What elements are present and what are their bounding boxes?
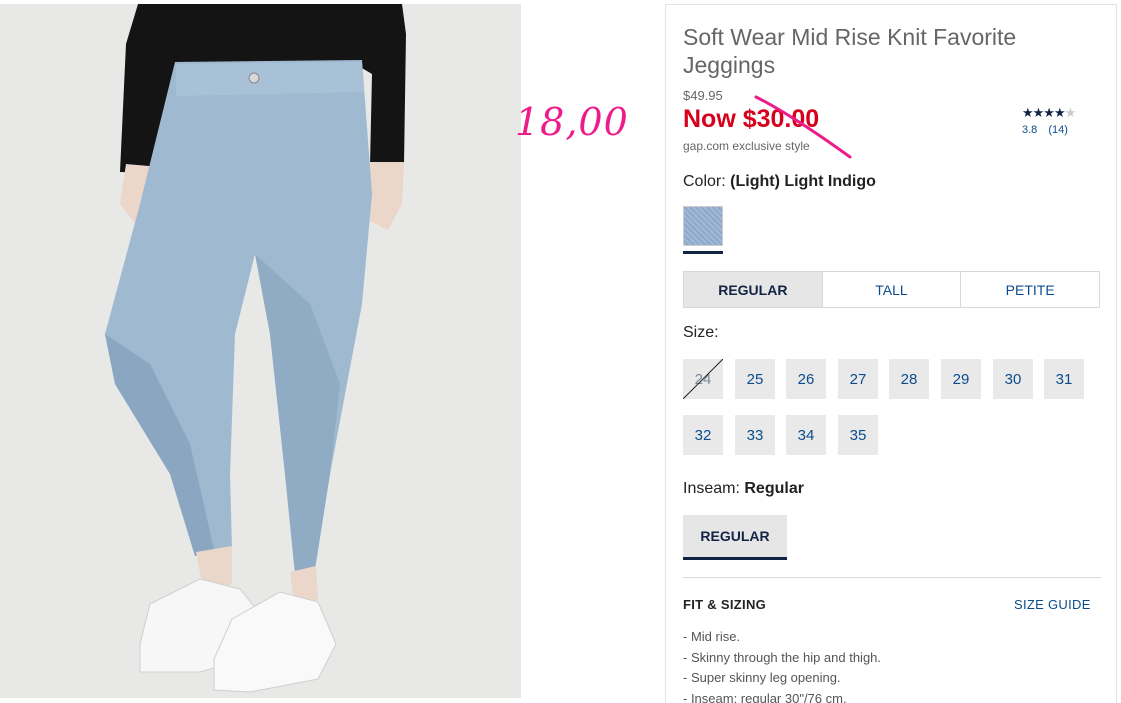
- product-details-panel: Soft Wear Mid Rise Knit Favorite Jegging…: [665, 4, 1117, 703]
- unavailable-slash-icon: [683, 359, 723, 399]
- fit-tabs: REGULAR TALL PETITE: [683, 271, 1100, 308]
- size-button-25[interactable]: 25: [735, 359, 775, 399]
- inseam-label: Inseam: Regular: [683, 480, 804, 498]
- rating-count[interactable]: (14): [1048, 124, 1068, 136]
- size-button-26[interactable]: 26: [786, 359, 826, 399]
- color-label: Color: (Light) Light Indigo: [683, 173, 876, 191]
- fit-detail-item: - Skinny through the hip and thigh.: [683, 649, 882, 665]
- product-title: Soft Wear Mid Rise Knit Favorite Jegging…: [683, 24, 1017, 78]
- size-button-30[interactable]: 30: [993, 359, 1033, 399]
- color-value: (Light) Light Indigo: [730, 173, 876, 190]
- original-price: $49.95: [683, 88, 723, 103]
- size-label: Size:: [683, 324, 719, 341]
- fit-tab-petite[interactable]: PETITE: [960, 272, 1099, 307]
- size-button-35[interactable]: 35: [838, 415, 878, 455]
- size-button-32[interactable]: 32: [683, 415, 723, 455]
- product-image[interactable]: [0, 4, 521, 698]
- fit-details-list: - Mid rise. - Skinny through the hip and…: [683, 627, 881, 703]
- fit-tab-tall[interactable]: TALL: [821, 272, 961, 307]
- jeggings-model-illustration: [0, 4, 521, 698]
- size-button-34[interactable]: 34: [786, 415, 826, 455]
- inseam-label-text: Inseam:: [683, 480, 740, 497]
- color-label-text: Color:: [683, 173, 726, 190]
- rating-stars-icon: ★★★★★: [1022, 106, 1102, 120]
- size-button-27[interactable]: 27: [838, 359, 878, 399]
- size-button-24[interactable]: 24: [683, 359, 723, 399]
- exclusive-style-note: gap.com exclusive style: [683, 139, 810, 153]
- size-button-33[interactable]: 33: [735, 415, 775, 455]
- size-button-29[interactable]: 29: [941, 359, 981, 399]
- inseam-value: Regular: [744, 480, 804, 497]
- color-swatch-light-indigo[interactable]: [683, 206, 723, 246]
- section-divider: [683, 577, 1101, 578]
- inseam-regular-button[interactable]: REGULAR: [683, 515, 787, 557]
- size-button-31[interactable]: 31: [1044, 359, 1084, 399]
- size-guide-link[interactable]: SIZE GUIDE: [1014, 597, 1091, 612]
- inseam-selected-indicator: [683, 557, 787, 560]
- rating-stars-empty: ★: [1064, 105, 1077, 120]
- handwritten-price-annotation: 18,00: [515, 100, 629, 144]
- fit-tab-regular[interactable]: REGULAR: [684, 272, 822, 307]
- rating-score: 3.8: [1022, 124, 1038, 136]
- fit-sizing-heading: FIT & SIZING: [683, 597, 767, 612]
- rating-stars-full: ★★★★: [1022, 105, 1066, 120]
- fit-detail-item: - Mid rise.: [683, 629, 741, 644]
- size-button-28[interactable]: 28: [889, 359, 929, 399]
- swatch-selected-indicator: [683, 251, 723, 254]
- fit-detail-item: - Super skinny leg opening.: [683, 670, 841, 685]
- rating-summary[interactable]: ★★★★★ 3.8 (14): [1022, 106, 1102, 137]
- fit-detail-item: - Inseam: regular 30"/76 cm.: [683, 690, 847, 703]
